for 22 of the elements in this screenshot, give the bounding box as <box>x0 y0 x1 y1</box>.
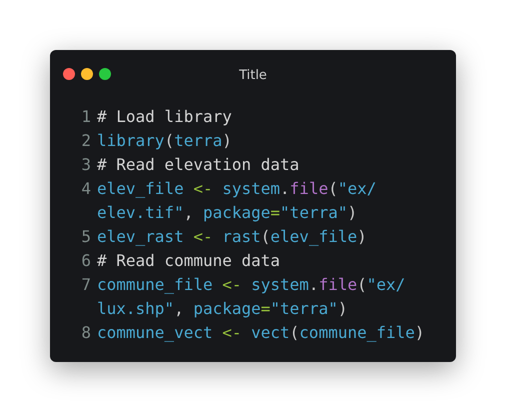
close-icon[interactable] <box>63 68 75 80</box>
line-number: 2 <box>80 130 91 152</box>
line-number: 3 <box>80 154 91 176</box>
maximize-icon[interactable] <box>99 68 111 80</box>
line-number: 5 <box>80 226 91 248</box>
code-line: commune_vect <- vect(commune_file) <box>97 322 425 344</box>
code-line: # Load library <box>97 106 232 128</box>
line-number: 7 <box>80 274 91 296</box>
line-number: 8 <box>80 322 91 344</box>
code-line: elev_rast <- rast(elev_file) <box>97 226 367 248</box>
window-title: Title <box>239 68 267 82</box>
code-line: elev.tif", package="terra") <box>97 202 358 224</box>
code-line: lux.shp", package="terra") <box>97 298 348 320</box>
line-number: 6 <box>80 250 91 272</box>
line-number: 1 <box>80 106 91 128</box>
code-line: library(terra) <box>97 130 232 152</box>
code-line: # Read elevation data <box>97 154 300 176</box>
code-line: # Read commune data <box>97 250 280 272</box>
code-line: commune_file <- system.file("ex/ <box>97 274 406 296</box>
minimize-icon[interactable] <box>81 68 93 80</box>
line-number: 4 <box>80 178 91 200</box>
code-line: elev_file <- system.file("ex/ <box>97 178 376 200</box>
